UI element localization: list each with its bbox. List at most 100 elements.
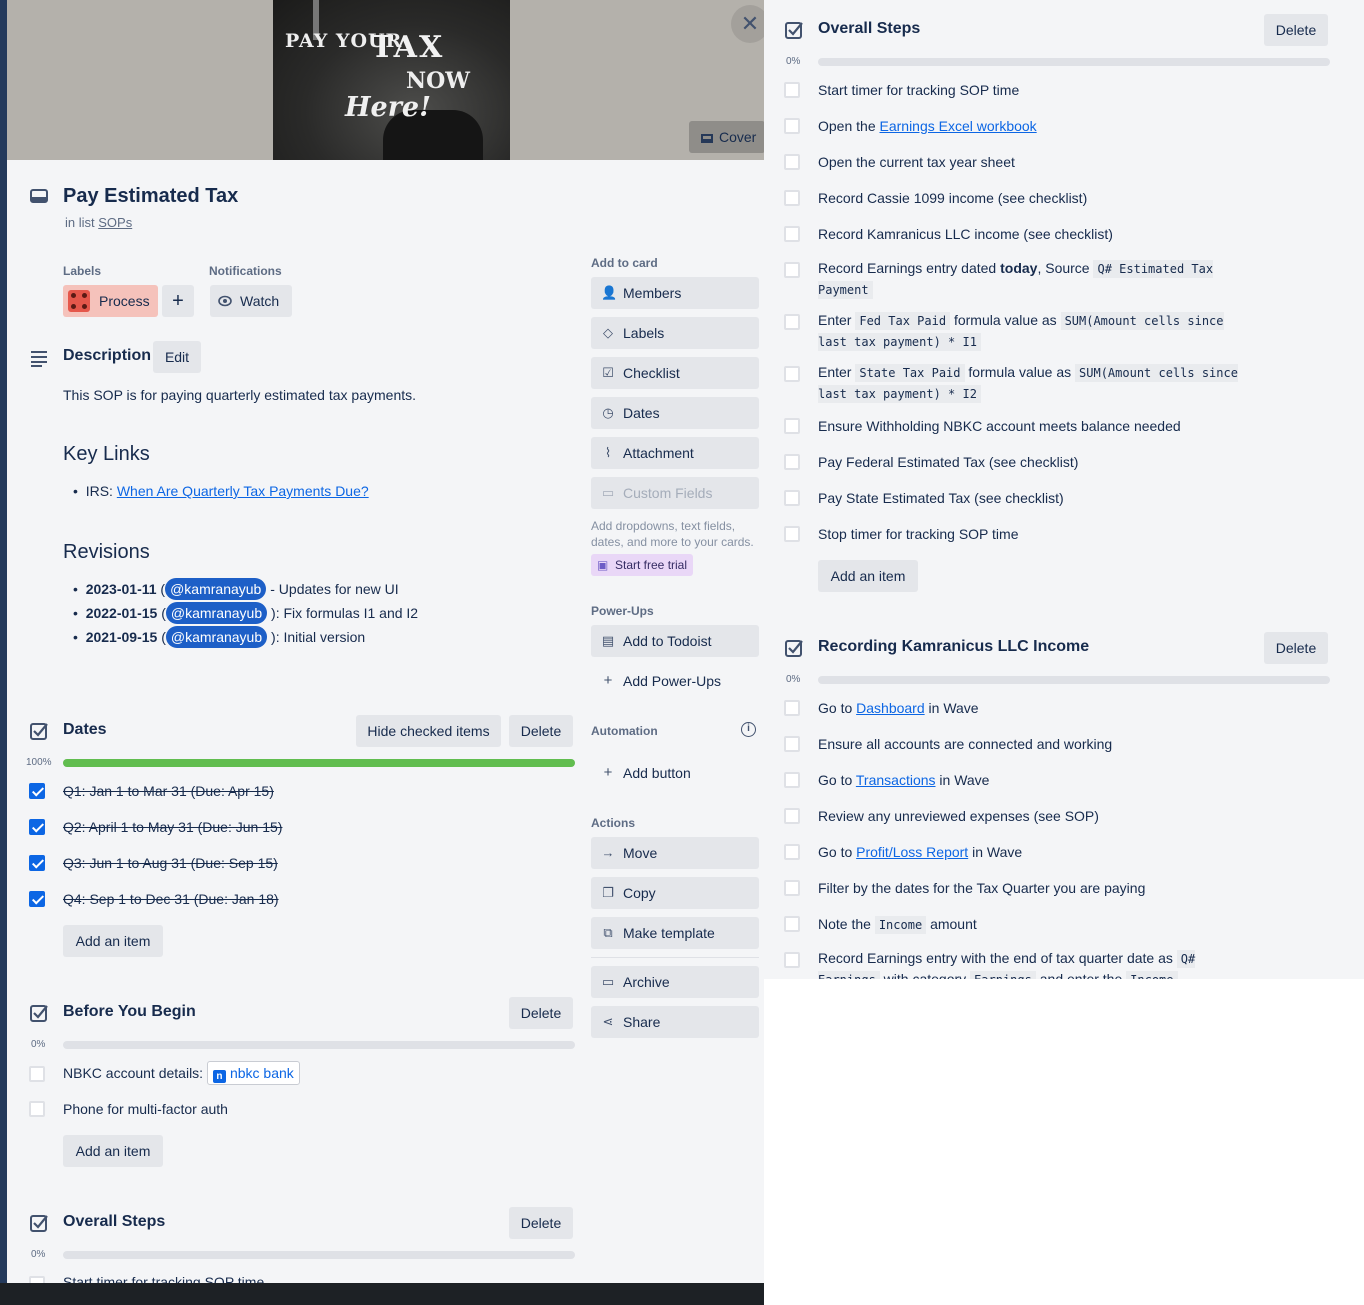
make-template-button[interactable]: ⧉ Make template xyxy=(591,917,759,949)
checklist-checkbox[interactable] xyxy=(784,262,800,278)
checklist-item[interactable]: Q1: Jan 1 to Mar 31 (Due: Apr 15) xyxy=(63,783,274,799)
checklist-checkbox[interactable] xyxy=(29,819,45,835)
checklist-checkbox[interactable] xyxy=(784,952,800,968)
profit-loss-report-link[interactable]: Profit/Loss Report xyxy=(856,844,968,860)
add-item-button[interactable]: Add an item xyxy=(63,1135,163,1167)
members-button[interactable]: 👤 Members xyxy=(591,277,759,309)
checklist-item[interactable]: Ensure all accounts are connected and wo… xyxy=(818,736,1112,752)
checklist-item[interactable]: Q3: Jun 1 to Aug 31 (Due: Sep 15) xyxy=(63,855,278,871)
checklist-item[interactable]: Record Kamranicus LLC income (see checkl… xyxy=(818,226,1113,242)
checklist-checkbox[interactable] xyxy=(784,154,800,170)
dashboard-link[interactable]: Dashboard xyxy=(856,700,925,716)
checklist-checkbox[interactable] xyxy=(784,490,800,506)
checklist-checkbox[interactable] xyxy=(784,226,800,242)
move-button[interactable]: → Move xyxy=(591,837,759,869)
checklist-item[interactable]: Record Earnings entry dated today, Sourc… xyxy=(818,258,1238,300)
checklist-title[interactable]: Overall Steps xyxy=(63,1213,165,1231)
checklist-checkbox[interactable] xyxy=(29,1101,45,1117)
labels-button[interactable]: ◇ Labels xyxy=(591,317,759,349)
user-mention[interactable]: @kamranayub xyxy=(165,626,268,648)
checklist-checkbox[interactable] xyxy=(29,891,45,907)
checklist-item[interactable]: Start timer for tracking SOP time xyxy=(818,82,1019,98)
irs-link[interactable]: When Are Quarterly Tax Payments Due? xyxy=(117,483,369,499)
delete-checklist-button[interactable]: Delete xyxy=(509,715,573,747)
delete-checklist-button[interactable]: Delete xyxy=(1264,632,1328,664)
label-chip[interactable]: Process xyxy=(63,285,158,317)
checklist-item[interactable]: Record Cassie 1099 income (see checklist… xyxy=(818,190,1087,206)
checklist-item[interactable]: Start timer for tracking SOP time xyxy=(63,1274,264,1283)
checklist-checkbox[interactable] xyxy=(784,844,800,860)
checklist-item[interactable]: Go to Profit/Loss Report in Wave xyxy=(818,844,1022,860)
checklist-item[interactable]: Go to Dashboard in Wave xyxy=(818,700,979,716)
checklist-item[interactable]: Go to Transactions in Wave xyxy=(818,772,989,788)
checklist-title[interactable]: Before You Begin xyxy=(63,1003,196,1021)
checklist-checkbox[interactable] xyxy=(29,1066,45,1082)
add-power-ups-button[interactable]: + Add Power-Ups xyxy=(591,665,759,697)
checklist-item[interactable]: Stop timer for tracking SOP time xyxy=(818,526,1018,542)
archive-button[interactable]: ▭ Archive xyxy=(591,966,759,998)
checklist-checkbox[interactable] xyxy=(784,808,800,824)
checklist-item[interactable]: Pay State Estimated Tax (see checklist) xyxy=(818,490,1064,506)
checklist-item[interactable]: Review any unreviewed expenses (see SOP) xyxy=(818,808,1099,824)
checklist-item[interactable]: Q4: Sep 1 to Dec 31 (Due: Jan 18) xyxy=(63,891,279,907)
nbkc-bank-link[interactable]: n nbkc bank xyxy=(206,1061,300,1085)
earnings-workbook-link[interactable]: Earnings Excel workbook xyxy=(880,118,1037,134)
checklist-title[interactable]: Recording Kamranicus LLC Income xyxy=(818,638,1089,656)
info-icon[interactable]: i xyxy=(741,722,756,737)
user-mention[interactable]: @kamranayub xyxy=(165,578,267,600)
close-icon[interactable]: ✕ xyxy=(731,5,764,43)
checklist-title[interactable]: Overall Steps xyxy=(818,20,920,38)
add-to-todoist-button[interactable]: ▤ Add to Todoist xyxy=(591,625,759,657)
add-label-button[interactable]: + xyxy=(162,285,194,317)
card-title[interactable]: Pay Estimated Tax xyxy=(63,185,238,208)
hide-checked-items-button[interactable]: Hide checked items xyxy=(356,715,501,747)
transactions-link[interactable]: Transactions xyxy=(856,772,936,788)
checklist-item[interactable]: Ensure Withholding NBKC account meets ba… xyxy=(818,418,1181,434)
checklist-checkbox[interactable] xyxy=(784,916,800,932)
checklist-checkbox[interactable] xyxy=(784,526,800,542)
checklist-checkbox[interactable] xyxy=(784,880,800,896)
checklist-item[interactable]: Enter Fed Tax Paid formula value as SUM(… xyxy=(818,310,1238,352)
checklist-title[interactable]: Dates xyxy=(63,721,107,739)
checklist-checkbox[interactable] xyxy=(784,190,800,206)
checklist-item[interactable]: Record Earnings entry with the end of ta… xyxy=(818,948,1218,979)
checklist-item[interactable]: Phone for multi-factor auth xyxy=(63,1101,228,1117)
delete-checklist-button[interactable]: Delete xyxy=(509,997,573,1029)
checklist-checkbox[interactable] xyxy=(784,366,800,382)
attachment-button[interactable]: ⌇ Attachment xyxy=(591,437,759,469)
checklist-item[interactable]: Q2: April 1 to May 31 (Due: Jun 15) xyxy=(63,819,282,835)
add-item-button[interactable]: Add an item xyxy=(63,925,163,957)
checklist-item[interactable]: Enter State Tax Paid formula value as SU… xyxy=(818,362,1238,404)
checklist-checkbox[interactable] xyxy=(29,1276,45,1283)
checklist-checkbox[interactable] xyxy=(784,700,800,716)
checklist-item[interactable]: Pay Federal Estimated Tax (see checklist… xyxy=(818,454,1078,470)
delete-checklist-button[interactable]: Delete xyxy=(1264,14,1328,46)
user-mention[interactable]: @kamranayub xyxy=(165,602,268,624)
checklist-item[interactable]: NBKC account details: n nbkc bank xyxy=(63,1061,300,1085)
checklist-button[interactable]: ☑ Checklist xyxy=(591,357,759,389)
checklist-checkbox[interactable] xyxy=(784,454,800,470)
dates-button[interactable]: ◷ Dates xyxy=(591,397,759,429)
checklist-item[interactable]: Note the Income amount xyxy=(818,914,977,935)
add-button-button[interactable]: + Add button xyxy=(591,757,759,789)
checklist-item[interactable]: Open the Earnings Excel workbook xyxy=(818,118,1037,134)
list-link[interactable]: SOPs xyxy=(98,215,132,230)
checklist-checkbox[interactable] xyxy=(784,736,800,752)
checklist-checkbox[interactable] xyxy=(784,314,800,330)
edit-description-button[interactable]: Edit xyxy=(153,341,201,373)
cover-button[interactable]: Cover xyxy=(689,121,764,153)
checklist-item[interactable]: Filter by the dates for the Tax Quarter … xyxy=(818,880,1145,896)
custom-fields-button[interactable]: ▭ Custom Fields xyxy=(591,477,759,509)
add-item-button[interactable]: Add an item xyxy=(818,560,918,592)
watch-button[interactable]: Watch xyxy=(210,285,292,317)
delete-checklist-button[interactable]: Delete xyxy=(509,1207,573,1239)
copy-button[interactable]: ❐ Copy xyxy=(591,877,759,909)
checklist-checkbox[interactable] xyxy=(784,772,800,788)
checklist-checkbox[interactable] xyxy=(29,855,45,871)
checklist-checkbox[interactable] xyxy=(784,82,800,98)
share-button[interactable]: ⋖ Share xyxy=(591,1006,759,1038)
start-free-trial-button[interactable]: ▣ Start free trial xyxy=(591,554,694,576)
checklist-checkbox[interactable] xyxy=(784,418,800,434)
checklist-item[interactable]: Open the current tax year sheet xyxy=(818,154,1015,170)
checklist-checkbox[interactable] xyxy=(29,783,45,799)
